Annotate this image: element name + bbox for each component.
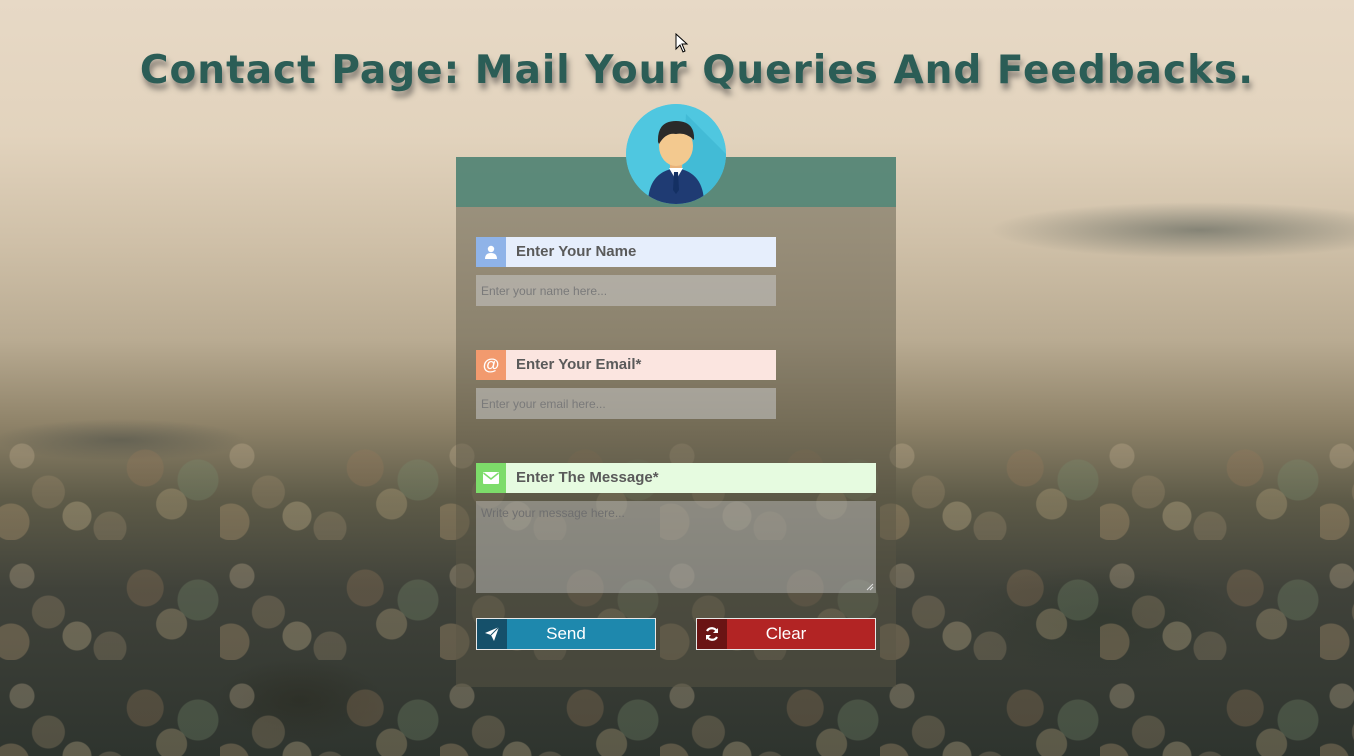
name-input[interactable] xyxy=(476,275,776,306)
clear-button[interactable]: Clear xyxy=(696,618,876,650)
resize-handle-icon[interactable] xyxy=(864,581,874,591)
email-label-text: Enter Your Email* xyxy=(506,350,776,380)
send-button[interactable]: Send xyxy=(476,618,656,650)
avatar xyxy=(626,104,726,204)
email-label: @ Enter Your Email* xyxy=(476,350,776,380)
person-avatar-icon xyxy=(626,104,726,204)
message-textarea[interactable] xyxy=(476,501,876,593)
message-label: Enter The Message* xyxy=(476,463,876,493)
name-label: Enter Your Name xyxy=(476,237,776,267)
paper-plane-icon xyxy=(477,619,507,649)
refresh-icon xyxy=(697,619,727,649)
clear-button-label: Clear xyxy=(765,624,807,643)
send-button-label: Send xyxy=(546,624,586,643)
name-label-text: Enter Your Name xyxy=(506,237,776,267)
envelope-icon xyxy=(476,463,506,493)
user-icon xyxy=(476,237,506,267)
at-sign-icon: @ xyxy=(476,350,506,380)
page-title: Contact Page: Mail Your Queries And Feed… xyxy=(139,48,1255,93)
mouse-cursor-icon xyxy=(675,33,689,53)
message-label-text: Enter The Message* xyxy=(506,463,876,493)
email-input[interactable] xyxy=(476,388,776,419)
